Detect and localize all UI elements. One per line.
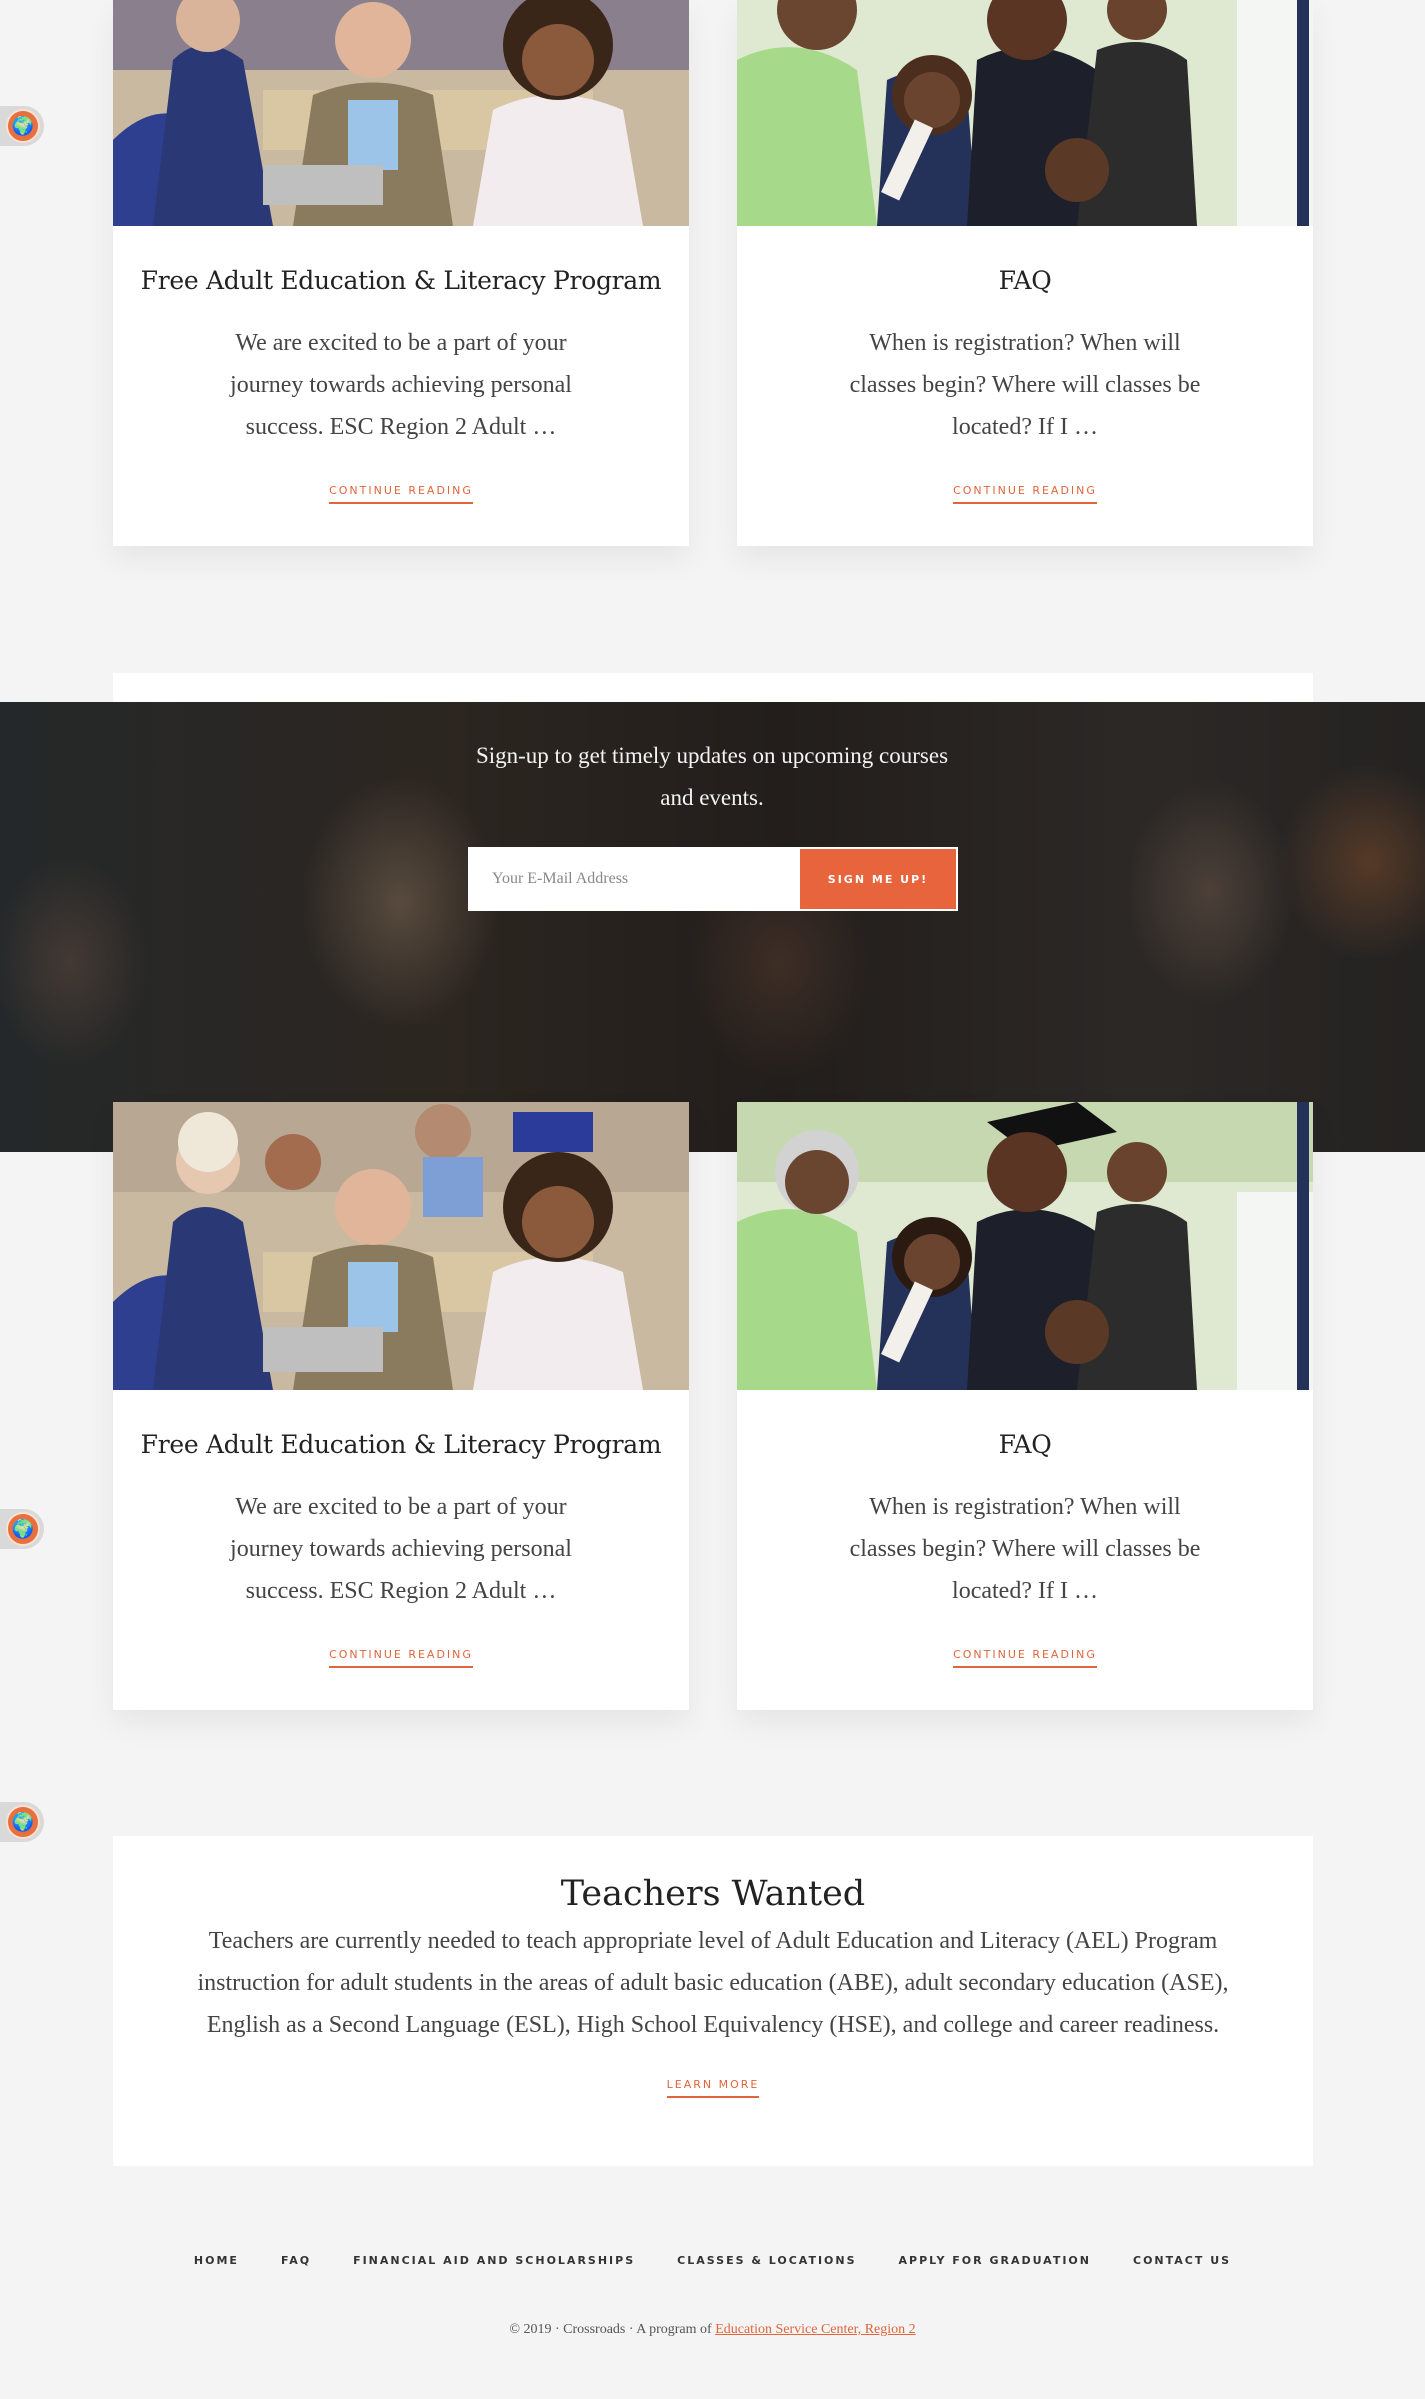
post-image[interactable] [737,1102,1313,1390]
section-title: Teachers Wanted [560,1874,866,1914]
translate-toggle[interactable]: 🌍 [0,106,44,146]
post-excerpt: We are excited to be a part of your jour… [230,1494,572,1604]
continue-reading-link[interactable]: CONTINUE READING [953,484,1097,504]
footer-link-home[interactable]: HOME [194,2254,239,2267]
post-title[interactable]: Free Adult Education & Literacy Program [113,1430,689,1459]
classroom-photo [113,1102,689,1390]
continue-reading-link[interactable]: CONTINUE READING [953,1648,1097,1668]
post-card: Free Adult Education & Literacy Program … [113,0,689,546]
post-image[interactable] [737,0,1313,226]
learn-more-link[interactable]: LEARN MORE [666,2078,760,2098]
globe-icon: 🌍 [6,109,40,143]
signup-section: Sign-up to get timely updates on upcomin… [0,702,1425,1152]
translate-toggle[interactable]: 🌍 [0,1802,44,1842]
post-card: FAQ When is registration? When will clas… [737,0,1313,546]
section-body: Teachers are currently needed to teach a… [197,1928,1229,2038]
sign-up-button[interactable]: SIGN ME UP! [800,849,956,909]
footer-nav: HOME FAQ FINANCIAL AID AND SCHOLARSHIPS … [0,2254,1425,2267]
globe-icon: 🌍 [6,1512,40,1546]
teachers-wanted-section: Teachers Wanted Teachers are currently n… [113,1836,1313,2166]
post-card: Free Adult Education & Literacy Program … [113,1102,689,1710]
footer-link-financial-aid[interactable]: FINANCIAL AID AND SCHOLARSHIPS [353,2254,635,2267]
continue-reading-link[interactable]: CONTINUE READING [329,1648,473,1668]
copyright-text: © 2019 · Crossroads · A program of [509,2322,716,2337]
copyright: © 2019 · Crossroads · A program of Educa… [0,2322,1425,2338]
post-title[interactable]: Free Adult Education & Literacy Program [113,266,689,295]
signup-text: Sign-up to get timely updates on upcomin… [475,743,949,810]
post-excerpt: We are excited to be a part of your jour… [230,330,572,440]
post-card: FAQ When is registration? When will clas… [737,1102,1313,1710]
signup-form: SIGN ME UP! [468,847,958,911]
footer-link-contact[interactable]: CONTACT US [1133,2254,1231,2267]
post-excerpt: When is registration? When will classes … [849,1494,1201,1604]
post-title[interactable]: FAQ [737,266,1313,295]
email-field[interactable] [470,849,800,909]
continue-reading-link[interactable]: CONTINUE READING [329,484,473,504]
footer-link-graduation[interactable]: APPLY FOR GRADUATION [899,2254,1091,2267]
section-edge [113,673,1313,703]
footer-link-classes[interactable]: CLASSES & LOCATIONS [677,2254,856,2267]
graduation-photo [737,0,1313,226]
globe-icon: 🌍 [6,1805,40,1839]
post-excerpt: When is registration? When will classes … [849,330,1201,440]
graduation-photo [737,1102,1313,1390]
translate-toggle[interactable]: 🌍 [0,1509,44,1549]
classroom-photo [113,0,689,226]
esc-region-link[interactable]: Education Service Center, Region 2 [715,2322,915,2337]
post-title[interactable]: FAQ [737,1430,1313,1459]
footer-link-faq[interactable]: FAQ [281,2254,311,2267]
post-image[interactable] [113,0,689,226]
post-image[interactable] [113,1102,689,1390]
